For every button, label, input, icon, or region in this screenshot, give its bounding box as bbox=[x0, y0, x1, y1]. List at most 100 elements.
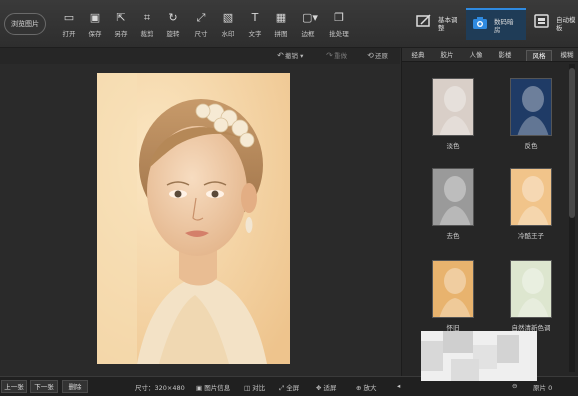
tool-label: 批处理 bbox=[329, 30, 349, 38]
browse-images-button[interactable]: 浏览图片 bbox=[4, 13, 46, 35]
save-icon: ▣ bbox=[89, 11, 101, 24]
undo-icon: ↶ bbox=[277, 51, 284, 60]
filter-preview-image bbox=[517, 268, 549, 317]
obscured-pattern bbox=[421, 331, 519, 381]
save-as-icon: ⇱ bbox=[116, 11, 126, 24]
filter-label: 冷酷王子 bbox=[518, 232, 544, 240]
fit-screen-button[interactable]: ✥ 适屏 bbox=[316, 382, 337, 392]
tool-border-button[interactable]: ▢▾ 边框 bbox=[295, 12, 321, 42]
filter-thumbnail[interactable] bbox=[510, 168, 552, 226]
filter-thumbnail[interactable] bbox=[510, 260, 552, 318]
main-toolbar: 浏览图片 ▭ 打开 ▣ 保存 ⇱ 另存 ⌗ 裁剪 ↻ 旋转 ⤢ 尺寸 ▧ 水印 T 文字 ▦ 拼图 ▢▾ 边框 ❐ 批处理… bbox=[0, 0, 578, 48]
redo-button[interactable]: ↷重做 bbox=[325, 51, 347, 61]
redo-icon: ↷ bbox=[326, 51, 333, 60]
tool-label: 另存 bbox=[114, 30, 128, 38]
mode-auto-template[interactable]: 自动模板 bbox=[528, 8, 578, 40]
filter-thumbnail[interactable] bbox=[510, 78, 552, 136]
tool-label: 边框 bbox=[301, 30, 315, 38]
restore-button[interactable]: ⟲还原 bbox=[366, 51, 388, 61]
undo-label: 撤销 bbox=[285, 52, 298, 60]
delete-button[interactable]: 删除 bbox=[62, 380, 88, 393]
tool-watermark-button[interactable]: ▧ 水印 bbox=[215, 12, 241, 42]
tool-collage-button[interactable]: ▦ 拼图 bbox=[268, 12, 294, 42]
tool-label: 保存 bbox=[88, 30, 102, 38]
mode-basic-adjust-label: 基本调整 bbox=[438, 16, 458, 32]
portrait-image bbox=[97, 73, 290, 364]
app-window: 浏览图片 ▭ 打开 ▣ 保存 ⇱ 另存 ⌗ 裁剪 ↻ 旋转 ⤢ 尺寸 ▧ 水印 T 文字 ▦ 拼图 ▢▾ 边框 ❐ 批处理… bbox=[0, 0, 578, 396]
crop-icon: ⌗ bbox=[143, 11, 151, 24]
mode-digital-darkroom-label: 数码暗房 bbox=[494, 18, 514, 34]
tool-label: 尺寸 bbox=[194, 30, 208, 38]
mode-digital-darkroom[interactable]: 数码暗房 bbox=[466, 8, 526, 40]
tool-label: 水印 bbox=[221, 30, 235, 38]
compare-label: 对比 bbox=[252, 384, 266, 392]
mode-auto-template-label: 自动模板 bbox=[556, 16, 576, 32]
fit-screen-icon: ✥ bbox=[316, 384, 324, 392]
watermark-icon: ▧ bbox=[222, 11, 234, 24]
filter-label: 反色 bbox=[524, 142, 538, 150]
filter-scrollbar[interactable] bbox=[569, 64, 575, 372]
prev-image-button[interactable]: 上一张 bbox=[1, 380, 27, 393]
tab-blur[interactable]: 模糊 bbox=[557, 50, 577, 61]
tool-resize-button[interactable]: ⤢ 尺寸 bbox=[188, 12, 214, 42]
zoom-in-button[interactable]: ⊕ 放大 bbox=[356, 382, 377, 392]
tool-label: 打开 bbox=[62, 30, 76, 38]
undo-dropdown-icon: ▾ bbox=[298, 52, 304, 60]
zoom-in-label: 放大 bbox=[363, 384, 377, 392]
border-icon: ▢▾ bbox=[302, 11, 318, 24]
fullscreen-button[interactable]: ⤢ 全屏 bbox=[279, 382, 299, 393]
filter-preview-image bbox=[439, 86, 471, 135]
filter-preview-image bbox=[439, 176, 471, 225]
image-info-label: 图片信息 bbox=[204, 384, 231, 392]
tab-portrait[interactable]: 人像 bbox=[464, 50, 488, 61]
tool-text-button[interactable]: T 文字 bbox=[242, 12, 268, 42]
basic-adjust-icon bbox=[416, 14, 431, 27]
filter-label: 淡色 bbox=[446, 142, 460, 150]
zoom-slider-icon[interactable]: ◂ bbox=[397, 382, 400, 390]
tool-label: 拼图 bbox=[274, 30, 288, 38]
tool-rotate-button[interactable]: ↻ 旋转 bbox=[160, 12, 186, 42]
filter-thumbnail[interactable] bbox=[432, 78, 474, 136]
info-icon: ▣ bbox=[196, 384, 205, 392]
zoom-out-icon[interactable]: ⊖ bbox=[512, 382, 517, 390]
obscured-region bbox=[421, 331, 537, 381]
filter-tabs: 经典 胶片 人像 影楼 风格 模糊 bbox=[402, 48, 578, 62]
filter-thumbnail[interactable] bbox=[432, 168, 474, 226]
undo-button[interactable]: ↶撤销 ▾ bbox=[276, 51, 303, 61]
tool-open-folder-button[interactable]: ▭ 打开 bbox=[56, 12, 82, 42]
tab-style[interactable]: 风格 bbox=[526, 50, 552, 61]
zoom-level-text: 原片 0 bbox=[533, 384, 553, 392]
tool-save-button[interactable]: ▣ 保存 bbox=[82, 12, 108, 42]
edit-subbar: ↶撤销 ▾ ↷重做 ⟲还原 bbox=[0, 48, 400, 64]
filter-label: 去色 bbox=[446, 232, 460, 240]
restore-label: 还原 bbox=[375, 52, 388, 60]
filter-thumbnail[interactable] bbox=[432, 260, 474, 318]
template-icon bbox=[534, 14, 549, 28]
restore-icon: ⟲ bbox=[367, 51, 374, 60]
tool-save-as-button[interactable]: ⇱ 另存 bbox=[108, 12, 134, 42]
camera-icon bbox=[473, 17, 487, 29]
tab-classic[interactable]: 经典 bbox=[406, 50, 430, 61]
collage-icon: ▦ bbox=[275, 11, 287, 24]
resize-icon: ⤢ bbox=[196, 11, 206, 24]
image-size-text: 尺寸：320×480 bbox=[135, 384, 185, 392]
filter-preview-image bbox=[517, 86, 549, 135]
rotate-icon: ↻ bbox=[168, 11, 178, 24]
compare-icon: ◫ bbox=[244, 384, 253, 392]
tab-film[interactable]: 胶片 bbox=[435, 50, 459, 61]
next-image-button[interactable]: 下一张 bbox=[30, 380, 58, 393]
filter-scroll-thumb[interactable] bbox=[569, 68, 575, 218]
tool-label: 裁剪 bbox=[140, 30, 154, 38]
mode-basic-adjust[interactable]: 基本调整 bbox=[410, 8, 466, 40]
compare-button[interactable]: ◫ 对比 bbox=[244, 382, 265, 392]
text-icon: T bbox=[251, 11, 259, 24]
tab-studio[interactable]: 影楼 bbox=[493, 50, 517, 61]
tool-crop-button[interactable]: ⌗ 裁剪 bbox=[134, 12, 160, 42]
tool-batch-button[interactable]: ❐ 批处理 bbox=[326, 12, 352, 42]
fullscreen-label: 全屏 bbox=[286, 384, 300, 392]
image-info-button[interactable]: ▣ 图片信息 bbox=[196, 382, 230, 392]
open-folder-icon: ▭ bbox=[63, 11, 75, 24]
image-canvas[interactable] bbox=[0, 64, 400, 376]
filter-preview-image bbox=[439, 268, 471, 317]
edited-photo bbox=[97, 73, 290, 364]
